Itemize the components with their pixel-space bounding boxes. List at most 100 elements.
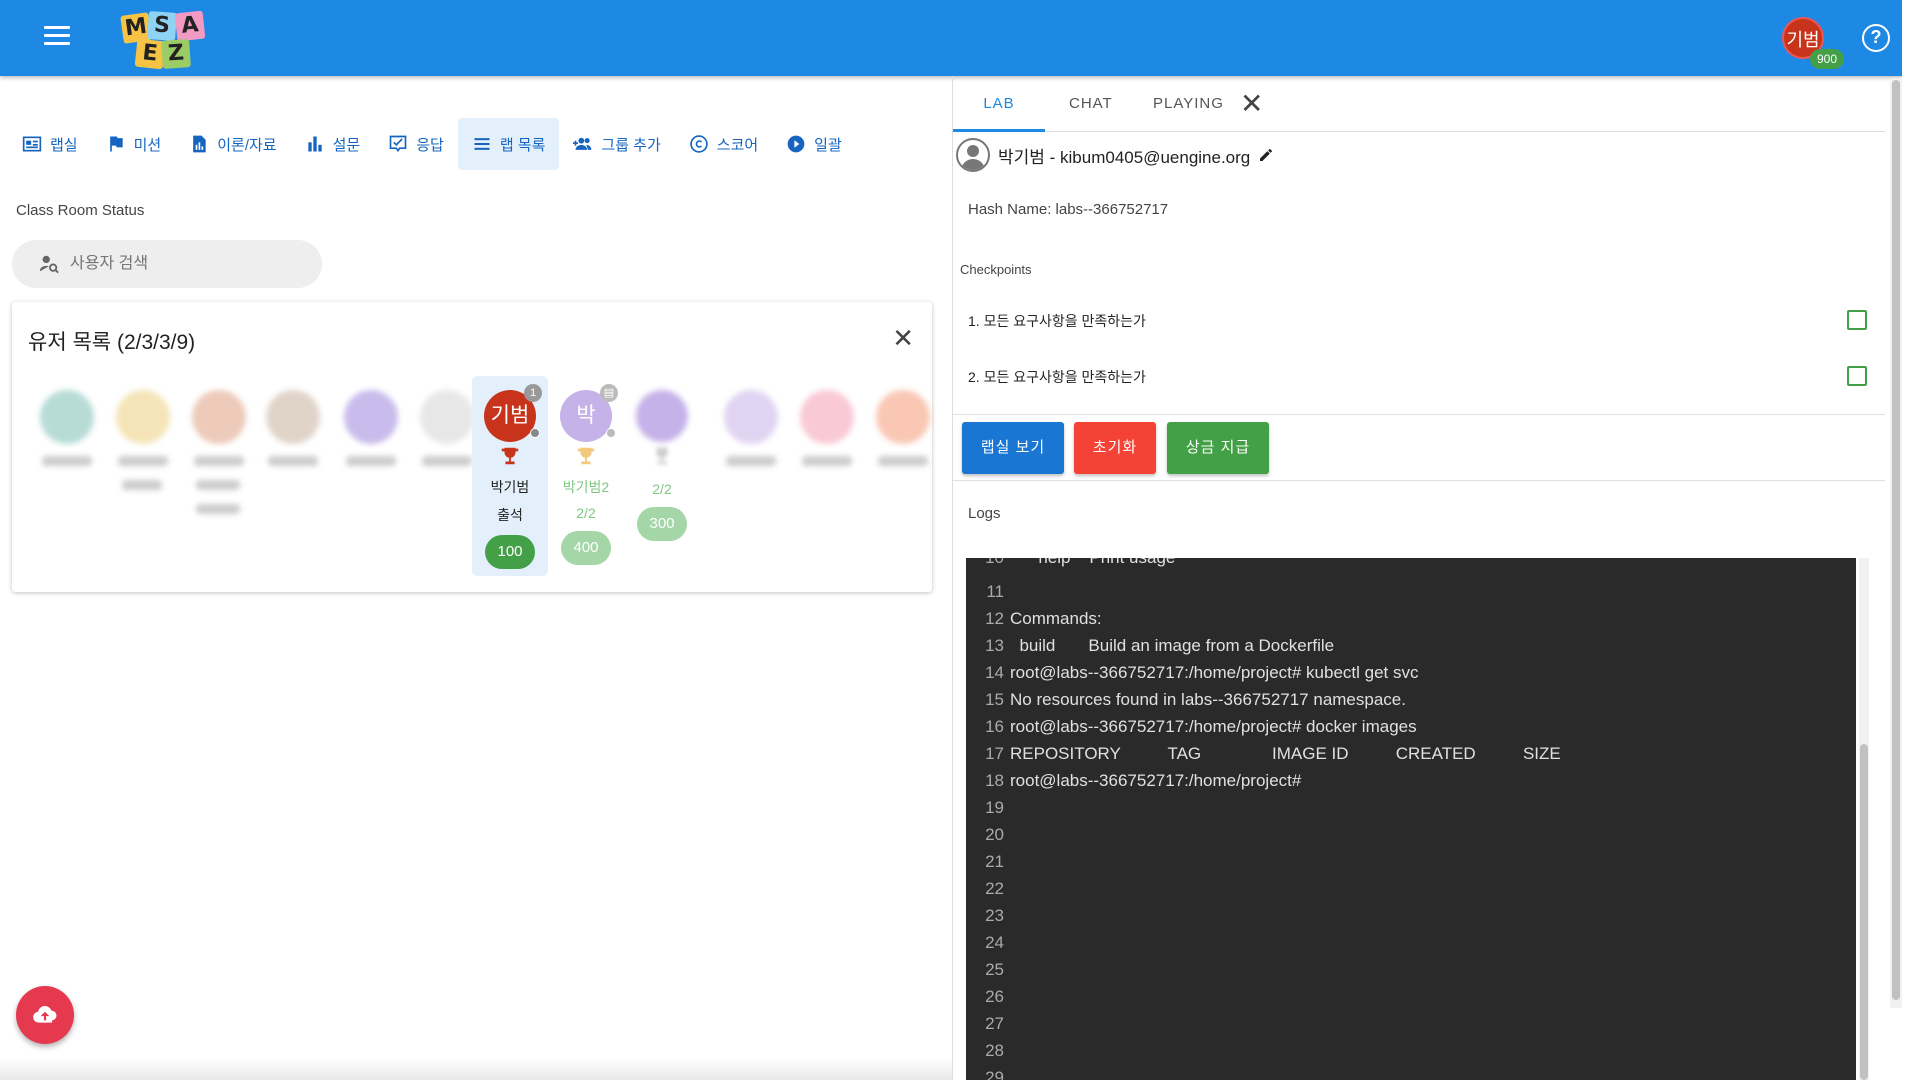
user-card-kibum2[interactable]: 박 ▤ 박기범2 2/2 400 [548, 376, 624, 576]
bar-chart-icon [307, 136, 322, 152]
user-card-blurred[interactable]: 2/2 300 [624, 376, 700, 576]
checkpoint-checkbox[interactable] [1847, 310, 1867, 330]
search-input[interactable] [70, 255, 300, 273]
avatar: 박 ▤ [560, 384, 618, 442]
user-email: 박기범 - kibum0405@uengine.org [998, 147, 1251, 167]
checkpoints-label: Checkpoints [960, 262, 1032, 277]
toolbar-label: 랩 목록 [499, 136, 546, 154]
blurred-name [802, 456, 852, 466]
log-line: 25 [985, 960, 1004, 979]
checkpoint-label: 1. 모든 요구사항을 만족하는가 [968, 313, 1146, 329]
help-icon[interactable]: ? [1862, 24, 1890, 52]
toolbar-item-response[interactable]: 응답 [374, 118, 458, 170]
lab-user-line: 박기범 - kibum0405@uengine.org [956, 138, 1274, 172]
toolbar-item-survey[interactable]: 설문 [291, 118, 375, 170]
log-line: 19 [985, 798, 1004, 817]
toolbar-item-lab[interactable]: 랩실 [8, 118, 92, 170]
log-terminal[interactable]: 10 help Print usage 11 12Commands: 13 bu… [966, 558, 1856, 1080]
reward-button[interactable]: 상금 지급 [1167, 422, 1269, 474]
blurred-name [196, 480, 240, 490]
tab-chat[interactable]: CHAT [1069, 76, 1113, 132]
close-icon[interactable]: ✕ [1240, 90, 1263, 118]
avatar-text: 박 [576, 404, 596, 427]
user-search[interactable] [12, 240, 322, 288]
user-status: 출석 [497, 507, 523, 523]
log-line: 12 Commands: [985, 609, 1102, 628]
tab-playing[interactable]: PLAYING [1153, 76, 1224, 132]
logo-tile: S [147, 11, 177, 41]
cloud-upload-icon [33, 1006, 57, 1023]
user-card-kibum[interactable]: 기범 1 박기범 출석 100 [472, 376, 548, 576]
toolbar-item-score[interactable]: 스코어 [675, 118, 772, 170]
menu-icon[interactable] [44, 26, 70, 48]
toolbar-item-group-add[interactable]: 그룹 추가 [559, 118, 674, 170]
lab-card-icon [22, 136, 42, 152]
user-status: 2/2 [576, 505, 596, 521]
copyright-icon [690, 135, 708, 153]
app-bar: M S A E Z 기범 900 ? [0, 0, 1902, 76]
blurred-name [122, 480, 162, 490]
flag-icon [109, 136, 123, 152]
avatar [800, 390, 854, 444]
scrollbar-thumb[interactable] [1860, 744, 1868, 1080]
edit-icon[interactable] [1258, 147, 1274, 163]
log-line: 10 help Print usage [966, 558, 1175, 571]
blurred-name [42, 456, 92, 466]
cloud-upload-button[interactable] [16, 986, 74, 1044]
user-name: 박기범2 [562, 479, 610, 495]
message-icon: ▤ [600, 384, 618, 402]
toolbar-label: 미션 [133, 136, 162, 154]
toolbar-label: 응답 [416, 136, 444, 154]
avatar [876, 390, 930, 444]
document-chart-icon [193, 135, 206, 153]
avatar [192, 390, 246, 444]
log-line: 28 [985, 1041, 1004, 1060]
log-line: 11 [986, 582, 1004, 601]
checkpoint-checkbox[interactable] [1847, 366, 1867, 386]
bottom-shadow [0, 1058, 952, 1080]
group-add-icon [573, 137, 592, 150]
avatar [266, 390, 320, 444]
logs-label: Logs [968, 505, 1001, 522]
toolbar-label: 이론/자료 [217, 136, 277, 154]
toolbar-item-mission[interactable]: 미션 [92, 118, 176, 170]
app-logo[interactable]: M S A E Z [120, 10, 218, 70]
blurred-name [726, 456, 776, 466]
trophy-icon [656, 447, 668, 465]
avatar [636, 390, 688, 442]
user-list-card: 유저 목록 (2/3/3/9) ✕ 기범 1 박기범 출석 100 박 ▤ 박기… [12, 302, 932, 592]
toolbar-label: 그룹 추가 [601, 136, 661, 154]
logo-tile: A [174, 10, 206, 42]
toolbar-label: 일괄 [814, 136, 842, 154]
points-badge: 900 [1810, 49, 1844, 69]
divider [953, 480, 1885, 481]
log-line: 21 [985, 852, 1004, 871]
blurred-name [878, 456, 928, 466]
logo-tile: Z [161, 39, 191, 69]
person-search-icon [39, 255, 59, 274]
log-line: 24 [985, 933, 1004, 952]
scrollbar-thumb[interactable] [1892, 80, 1900, 1000]
score-badge: 400 [561, 531, 611, 565]
reset-button[interactable]: 초기화 [1074, 422, 1156, 474]
user-name: 박기범 [490, 479, 530, 495]
right-panel-tabs: LAB CHAT PLAYING ✕ [953, 76, 1885, 132]
toolbar-item-lab-list[interactable]: 랩 목록 [457, 118, 560, 170]
log-line: 15 No resources found in labs--366752717 … [985, 690, 1406, 709]
toolbar-item-batch[interactable]: 일괄 [772, 118, 856, 170]
page-scrollbar[interactable] [1890, 78, 1902, 1008]
avatar [420, 390, 474, 444]
close-icon[interactable]: ✕ [892, 325, 914, 351]
log-line: 27 [985, 1014, 1004, 1033]
class-room-status-label: Class Room Status [16, 202, 145, 219]
log-line: 26 [985, 987, 1004, 1006]
tab-lab[interactable]: LAB [953, 76, 1045, 132]
toolbar-item-theory[interactable]: 이론/자료 [175, 118, 290, 170]
blurred-name [194, 456, 244, 466]
log-line: 22 [985, 879, 1004, 898]
view-lab-button[interactable]: 랩실 보기 [962, 422, 1064, 474]
divider [953, 414, 1885, 415]
user-status: 2/2 [652, 481, 672, 497]
log-line: 23 [985, 906, 1004, 925]
log-scrollbar[interactable] [1859, 558, 1869, 1080]
